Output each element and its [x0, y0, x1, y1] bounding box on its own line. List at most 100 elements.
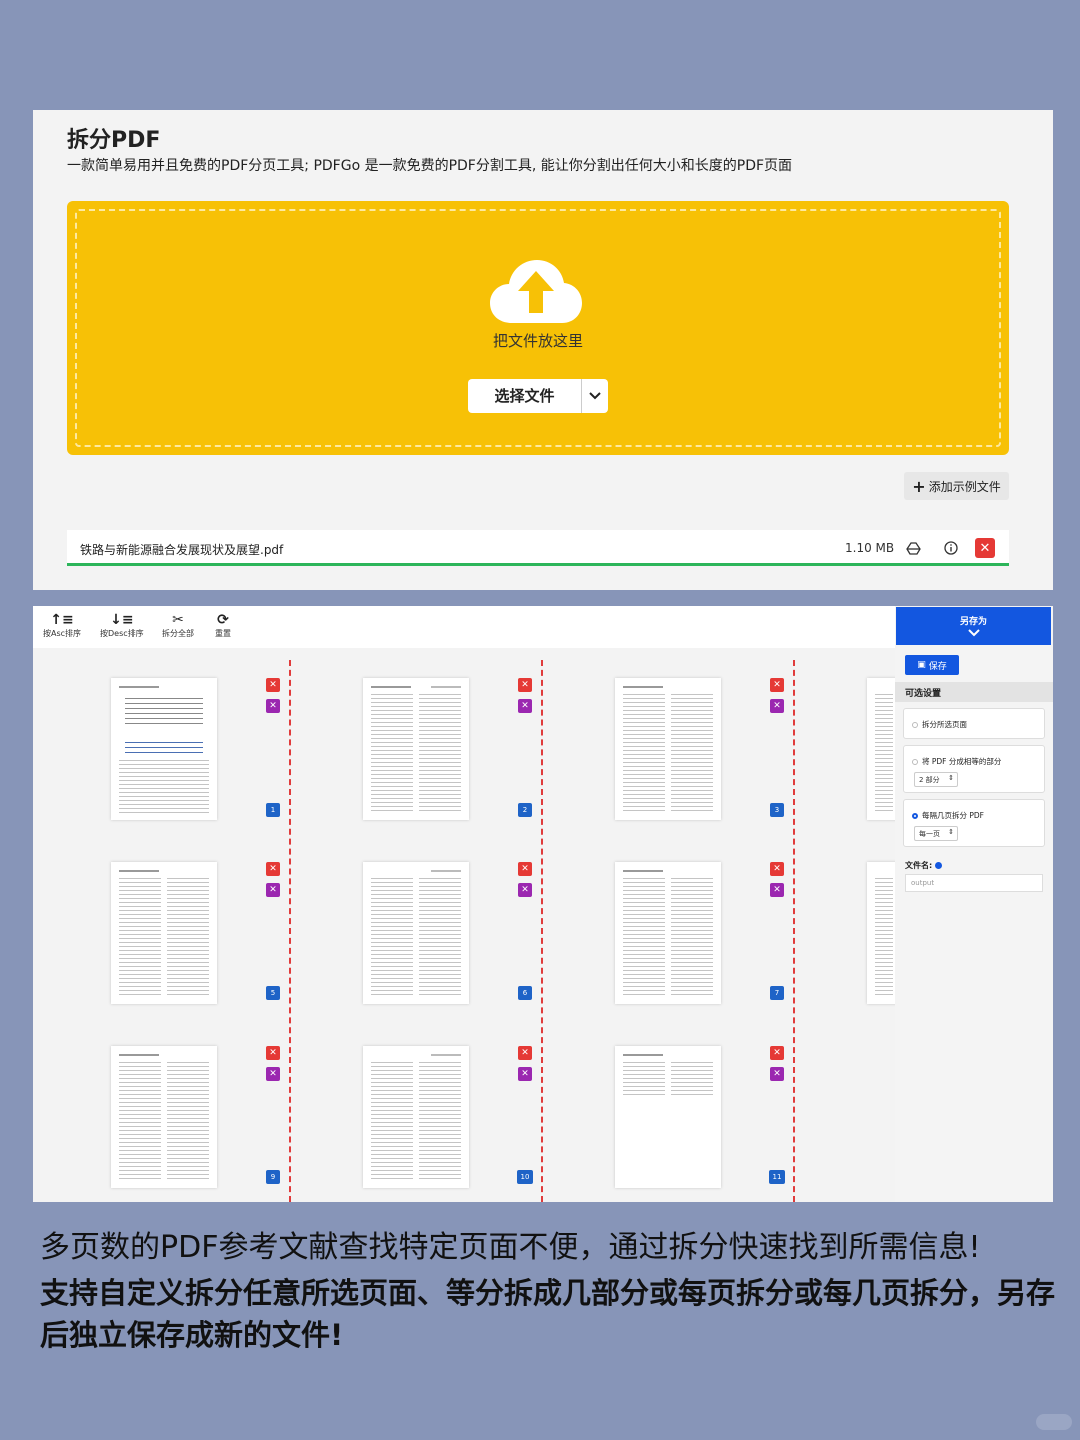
split-page-button[interactable]: ✕: [518, 883, 532, 897]
option-equal-parts[interactable]: 将 PDF 分成相等的部分 2 部分 ⇕: [903, 745, 1045, 793]
radio-selected-pages[interactable]: [912, 721, 918, 728]
split-page-button[interactable]: ✕: [266, 1067, 280, 1081]
page-thumbnail[interactable]: [363, 1046, 469, 1188]
add-sample-label: 添加示例文件: [928, 479, 1001, 494]
option-selected-pages-label: 拆分所选页面: [922, 720, 967, 729]
page-number: 3: [770, 803, 784, 817]
every-n-select[interactable]: 每一页 ⇕: [914, 826, 958, 841]
filename-input[interactable]: output: [905, 874, 1043, 892]
reset-label: 重置: [215, 629, 231, 638]
sort-asc-button[interactable]: ↑≡ 按Asc排序: [43, 612, 81, 639]
stepper-icon: ⇕: [948, 774, 954, 782]
chevron-down-icon[interactable]: [582, 392, 608, 400]
delete-page-button[interactable]: ✕: [518, 862, 532, 876]
split-marker[interactable]: [541, 660, 543, 1202]
sort-desc-button[interactable]: ↓≡ 按Desc排序: [100, 612, 144, 639]
split-page-button[interactable]: ✕: [770, 883, 784, 897]
cloud-upload-icon: [490, 260, 582, 323]
file-name: 铁路与新能源融合发展现状及展望.pdf: [80, 543, 284, 557]
refresh-icon: ⟳: [217, 612, 229, 628]
delete-page-button[interactable]: ✕: [518, 678, 532, 692]
top-panel: 拆分PDF 一款简单易用并且免费的PDF分页工具; PDFGo 是一款免费的PD…: [33, 110, 1053, 590]
options-sidebar: 另存为 ▣ 保存 可选设置 拆分所选页面 将 PDF 分成相等的部分 2 部分 …: [895, 606, 1053, 1202]
file-dropzone[interactable]: 把文件放这里 选择文件: [67, 201, 1009, 455]
sort-asc-label: 按Asc排序: [43, 629, 82, 638]
radio-equal-parts[interactable]: [912, 758, 918, 765]
page-title: 拆分PDF: [67, 128, 161, 153]
delete-page-button[interactable]: ✕: [266, 862, 280, 876]
stepper-icon: ⇕: [948, 828, 954, 836]
sort-desc-label: 按Desc排序: [100, 629, 144, 638]
option-every-n-pages[interactable]: 每隔几页拆分 PDF 每一页 ⇕: [903, 799, 1045, 847]
option-every-n-label: 每隔几页拆分 PDF: [922, 811, 984, 820]
delete-page-button[interactable]: ✕: [770, 862, 784, 876]
page-thumbnail[interactable]: [615, 862, 721, 1004]
save-as-button[interactable]: 另存为: [896, 607, 1051, 645]
select-file-label[interactable]: 选择文件: [468, 379, 582, 413]
save-as-label: 另存为: [959, 617, 987, 627]
page-thumbnail[interactable]: [363, 678, 469, 820]
file-size: 1.10 MB: [845, 541, 895, 555]
delete-page-button[interactable]: ✕: [518, 1046, 532, 1060]
page-subtitle: 一款简单易用并且免费的PDF分页工具; PDFGo 是一款免费的PDF分割工具,…: [67, 158, 793, 174]
remove-file-button[interactable]: ✕: [975, 538, 995, 558]
page-number: 1: [266, 803, 280, 817]
split-page-button[interactable]: ✕: [770, 1067, 784, 1081]
dropzone-label: 把文件放这里: [492, 332, 583, 350]
split-all-button[interactable]: ✂ 拆分全部: [162, 612, 194, 639]
option-selected-pages[interactable]: 拆分所选页面: [903, 708, 1045, 739]
page-number: 10: [517, 1170, 533, 1184]
chevron-down-icon: [967, 629, 980, 637]
select-file-button[interactable]: 选择文件: [468, 379, 608, 413]
floppy-disk-icon: ▣: [917, 660, 926, 670]
page-thumbnail[interactable]: [615, 1046, 721, 1188]
split-marker[interactable]: [289, 660, 291, 1202]
page-number: 11: [769, 1170, 785, 1184]
page-thumbnail[interactable]: [615, 678, 721, 820]
info-icon[interactable]: [941, 538, 961, 558]
options-title: 可选设置: [895, 682, 1053, 702]
split-page-button[interactable]: ✕: [770, 699, 784, 713]
equal-parts-select[interactable]: 2 部分 ⇕: [914, 772, 958, 787]
watermark-badge: [1036, 1414, 1072, 1430]
sort-desc-icon: ↓≡: [110, 612, 134, 628]
page-thumbnail[interactable]: [111, 862, 217, 1004]
file-item: 铁路与新能源融合发展现状及展望.pdf 1.10 MB ✕: [67, 530, 1009, 566]
split-page-button[interactable]: ✕: [518, 699, 532, 713]
caption-line-2: 支持自定义拆分任意所选页面、等分拆成几部分或每页拆分或每几页拆分，另存后独立保存…: [40, 1276, 1056, 1352]
split-workspace: ↑≡ 按Asc排序 ↓≡ 按Desc排序 ✂ 拆分全部 ⟳ 重置 ✕ ✕ 1 ✕…: [33, 606, 1053, 1202]
equal-parts-value: 2 部分: [919, 776, 940, 784]
split-marker[interactable]: [793, 660, 795, 1202]
split-page-button[interactable]: ✕: [266, 699, 280, 713]
radio-every-n-pages[interactable]: [912, 812, 918, 819]
filename-label: 文件名:: [905, 860, 943, 871]
option-equal-parts-label: 将 PDF 分成相等的部分: [922, 757, 1002, 766]
reset-button[interactable]: ⟳ 重置: [215, 612, 231, 639]
caption-line-1: 多页数的PDF参考文献查找特定页面不便，通过拆分快速找到所需信息!: [40, 1230, 981, 1265]
page-grid: ✕ ✕ 1 ✕ ✕ 2 ✕ ✕ 3 ✕ ✕ 5 ✕ ✕ 6 ✕ ✕ 7 ✕ ✕ …: [33, 648, 973, 1202]
page-toolbar: ↑≡ 按Asc排序 ↓≡ 按Desc排序 ✂ 拆分全部 ⟳ 重置: [33, 606, 895, 648]
sort-asc-icon: ↑≡: [50, 612, 74, 628]
delete-page-button[interactable]: ✕: [266, 678, 280, 692]
split-all-label: 拆分全部: [162, 629, 194, 638]
page-number: 6: [518, 986, 532, 1000]
page-number: 9: [266, 1170, 280, 1184]
drive-upload-icon[interactable]: [903, 538, 923, 558]
page-thumbnail[interactable]: [111, 678, 217, 820]
page-thumbnail[interactable]: [363, 862, 469, 1004]
page-number: 7: [770, 986, 784, 1000]
page-thumbnail[interactable]: [111, 1046, 217, 1188]
add-sample-file-button[interactable]: + 添加示例文件: [904, 472, 1009, 500]
page-number: 2: [518, 803, 532, 817]
save-button[interactable]: ▣ 保存: [905, 655, 959, 675]
split-page-button[interactable]: ✕: [266, 883, 280, 897]
info-icon[interactable]: [935, 862, 943, 869]
split-page-button[interactable]: ✕: [518, 1067, 532, 1081]
delete-page-button[interactable]: ✕: [770, 1046, 784, 1060]
delete-page-button[interactable]: ✕: [266, 1046, 280, 1060]
filename-label-text: 文件名:: [905, 861, 933, 870]
delete-page-button[interactable]: ✕: [770, 678, 784, 692]
plus-icon: +: [912, 476, 926, 496]
save-label: 保存: [928, 661, 947, 672]
every-n-value: 每一页: [919, 830, 940, 838]
